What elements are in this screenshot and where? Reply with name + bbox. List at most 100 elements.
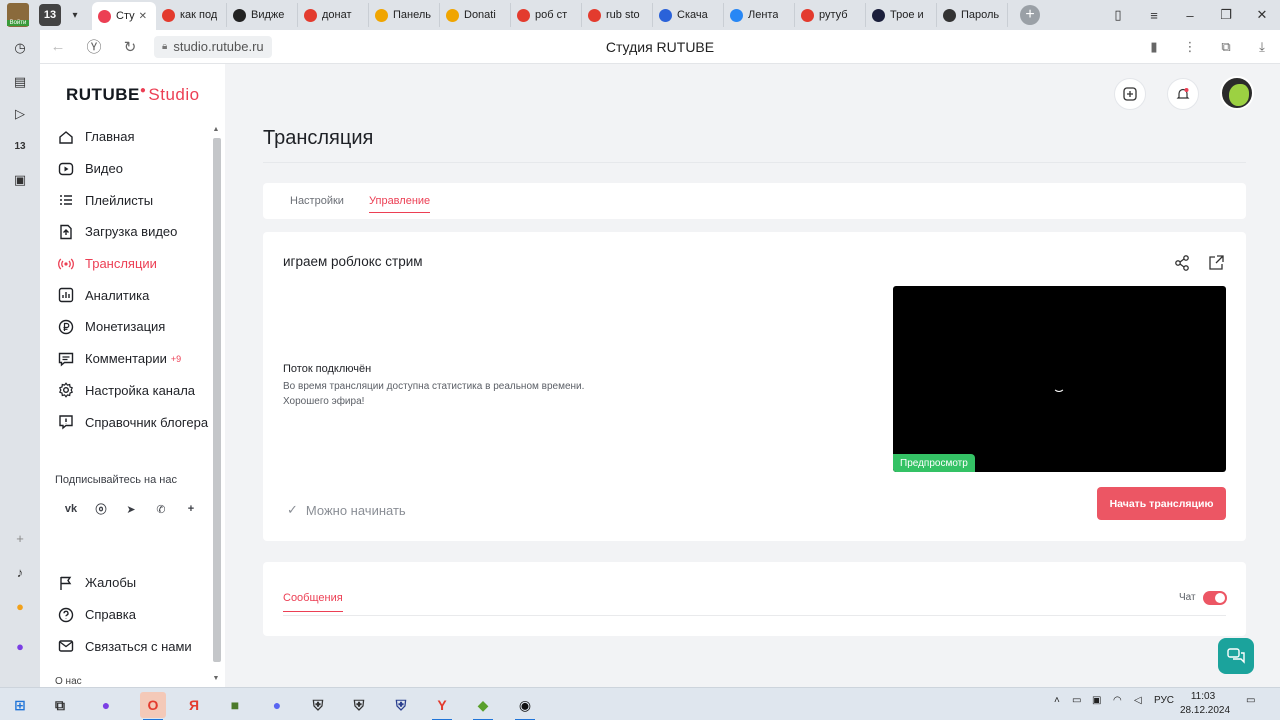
bookmarks-icon[interactable]: ▯ bbox=[1100, 7, 1136, 23]
tray-icon-1[interactable]: ▭ bbox=[1072, 695, 1081, 706]
play-icon[interactable]: ▷ bbox=[8, 102, 32, 126]
tray-icon-2[interactable]: ▣ bbox=[1092, 695, 1101, 706]
alice-icon[interactable]: ● bbox=[8, 634, 32, 658]
volume-icon[interactable]: ◁ bbox=[1134, 695, 1142, 706]
browser-tab[interactable]: Donati bbox=[440, 3, 511, 27]
user-avatar[interactable] bbox=[1220, 76, 1254, 110]
collections-icon[interactable]: ▤ bbox=[8, 70, 32, 94]
yandex-app-icon[interactable]: Я bbox=[181, 692, 207, 718]
yandex-home-icon[interactable]: Ⓨ bbox=[76, 36, 112, 57]
browser-tab[interactable]: Скача bbox=[653, 3, 724, 27]
share-icon[interactable] bbox=[1173, 254, 1191, 272]
viber-icon[interactable]: ✆ bbox=[146, 500, 176, 518]
browser-tab[interactable]: роб ст bbox=[511, 3, 582, 27]
plus-icon[interactable]: + bbox=[176, 500, 206, 518]
obs-app-icon[interactable]: ◉ bbox=[512, 692, 538, 720]
gallery-icon[interactable]: ▣ bbox=[8, 168, 32, 192]
shield-app-icon-3[interactable]: ⛨ bbox=[388, 692, 414, 718]
minecraft-app-icon[interactable]: ■ bbox=[222, 692, 248, 718]
sidebar-item-help[interactable]: Справка bbox=[40, 599, 210, 631]
rutube-studio-logo[interactable]: RUTUBE● Studio bbox=[66, 85, 200, 105]
sidebar-item-complaints[interactable]: Жалобы bbox=[40, 567, 210, 599]
browser-tab[interactable]: донат bbox=[298, 3, 369, 27]
shield-app-icon-2[interactable]: ⛨ bbox=[346, 692, 372, 718]
back-arrow-icon[interactable]: ← bbox=[40, 38, 76, 55]
more-icon[interactable]: ⋮ bbox=[1172, 39, 1208, 55]
shield-app-icon[interactable]: ⛨ bbox=[305, 692, 331, 718]
browser-tab[interactable]: Панель bbox=[369, 3, 440, 27]
browser-tab[interactable]: Пароль bbox=[937, 3, 1008, 27]
support-chat-button[interactable] bbox=[1218, 638, 1254, 674]
browser-tab[interactable]: rub sto bbox=[582, 3, 653, 27]
sidebar-item-blogger-guide[interactable]: Справочник блогера bbox=[40, 406, 210, 438]
close-window-button[interactable]: ✕ bbox=[1244, 7, 1280, 23]
chevron-down-icon[interactable]: ▾ bbox=[64, 4, 86, 26]
chat-toggle[interactable] bbox=[1203, 591, 1227, 605]
scrollbar-thumb[interactable] bbox=[213, 138, 221, 662]
sidebar-item-analytics[interactable]: Аналитика bbox=[40, 279, 210, 311]
bluestacks-app-icon[interactable]: ◆ bbox=[470, 692, 496, 720]
new-tab-button[interactable]: + bbox=[1020, 5, 1040, 25]
extensions-icon[interactable]: ⧉ bbox=[1208, 39, 1244, 55]
browser-tab[interactable]: как под bbox=[156, 3, 227, 27]
restore-button[interactable]: ❐ bbox=[1208, 7, 1244, 23]
browser-tab[interactable]: Сту ✕ bbox=[92, 2, 156, 30]
sidebar-item-channel-settings[interactable]: Настройка канала bbox=[40, 375, 210, 407]
calendar-icon[interactable]: 13 bbox=[8, 134, 32, 158]
external-link-icon[interactable] bbox=[1207, 254, 1225, 272]
browser-tab[interactable]: рутуб bbox=[795, 3, 866, 27]
telegram-icon[interactable]: ➤ bbox=[116, 500, 146, 518]
notifications-tray-icon[interactable]: ▭ bbox=[1246, 695, 1255, 706]
create-button[interactable] bbox=[1114, 78, 1146, 110]
sidebar-item-upload[interactable]: Загрузка видео bbox=[40, 216, 210, 248]
browser-tab[interactable]: Трое и bbox=[866, 3, 937, 27]
tray-chevron-icon[interactable]: ˄ bbox=[1054, 695, 1060, 706]
scroll-down-icon[interactable]: ▼ bbox=[212, 675, 220, 682]
yandex-browser-icon[interactable]: Y bbox=[429, 692, 455, 720]
ok-icon[interactable]: ⓞ bbox=[86, 500, 116, 518]
games-icon[interactable]: ● bbox=[8, 594, 32, 618]
windows-start-icon[interactable]: ⊞ bbox=[7, 692, 33, 718]
start-stream-button[interactable]: Начать трансляцию bbox=[1097, 487, 1226, 520]
wifi-icon[interactable]: ◠ bbox=[1113, 695, 1122, 706]
add-panel-icon[interactable]: + bbox=[8, 526, 32, 550]
sidebar-item-playlists[interactable]: Плейлисты bbox=[40, 184, 210, 216]
browser-tab[interactable]: Лента bbox=[724, 3, 795, 27]
sidebar-item-label: Связаться с нами bbox=[85, 638, 192, 654]
discord-app-icon[interactable]: ● bbox=[264, 692, 290, 718]
sidebar-item-contact[interactable]: Связаться с нами bbox=[40, 630, 210, 662]
language-indicator[interactable]: РУС bbox=[1154, 695, 1174, 706]
sidebar-scrollbar[interactable]: ▲ ▼ bbox=[212, 126, 221, 686]
download-icon[interactable]: ⤓ bbox=[1244, 39, 1280, 55]
browser-tab[interactable]: Видже bbox=[227, 3, 298, 27]
tab-counter-badge[interactable]: 13 bbox=[39, 4, 61, 26]
tab-settings[interactable]: Настройки bbox=[290, 195, 344, 207]
sidebar-item-home[interactable]: Главная bbox=[40, 121, 210, 153]
menu-icon[interactable]: ≡ bbox=[1136, 8, 1172, 23]
profile-button[interactable]: Войти bbox=[0, 0, 36, 30]
sidebar-item-label: Жалобы bbox=[85, 575, 137, 591]
reload-icon[interactable]: ↻ bbox=[112, 38, 148, 56]
tab-messages[interactable]: Сообщения bbox=[283, 592, 343, 612]
alice-app-icon[interactable]: ● bbox=[93, 692, 119, 718]
tiktok-icon[interactable]: ♪ bbox=[8, 560, 32, 584]
vk-icon[interactable]: vk bbox=[56, 500, 86, 518]
sidebar-item-monetization[interactable]: Монетизация bbox=[40, 311, 210, 343]
close-tab-icon[interactable]: ✕ bbox=[139, 11, 147, 22]
tab-management[interactable]: Управление bbox=[369, 195, 431, 213]
about-link[interactable]: О нас bbox=[55, 676, 82, 687]
stream-preview[interactable]: Предпросмотр bbox=[893, 286, 1226, 472]
bookmark-icon[interactable]: ▮ bbox=[1136, 39, 1172, 55]
sidebar-item-comments[interactable]: Комментарии +9 bbox=[40, 343, 210, 375]
notifications-button[interactable] bbox=[1167, 78, 1199, 110]
url-field[interactable]: 🔒︎ studio.rutube.ru bbox=[154, 35, 272, 58]
scroll-up-icon[interactable]: ▲ bbox=[212, 126, 220, 133]
history-icon[interactable]: ◷ bbox=[8, 36, 32, 60]
sidebar-item-video[interactable]: Видео bbox=[40, 153, 210, 185]
taskbar-clock[interactable]: 11:03 28.12.2024 bbox=[1180, 690, 1230, 718]
minimize-button[interactable]: – bbox=[1172, 8, 1208, 23]
task-view-icon[interactable]: ⧉ bbox=[47, 692, 73, 718]
opera-app-icon[interactable]: O bbox=[140, 692, 166, 720]
windows-taskbar: ⊞ ⧉ ● O Я ■ ● ⛨ ⛨ ⛨ Y ◆ ◉ ˄ ▭ ▣ ◠ ◁ РУС … bbox=[0, 687, 1280, 720]
sidebar-item-broadcasts[interactable]: Трансляции bbox=[40, 248, 210, 280]
